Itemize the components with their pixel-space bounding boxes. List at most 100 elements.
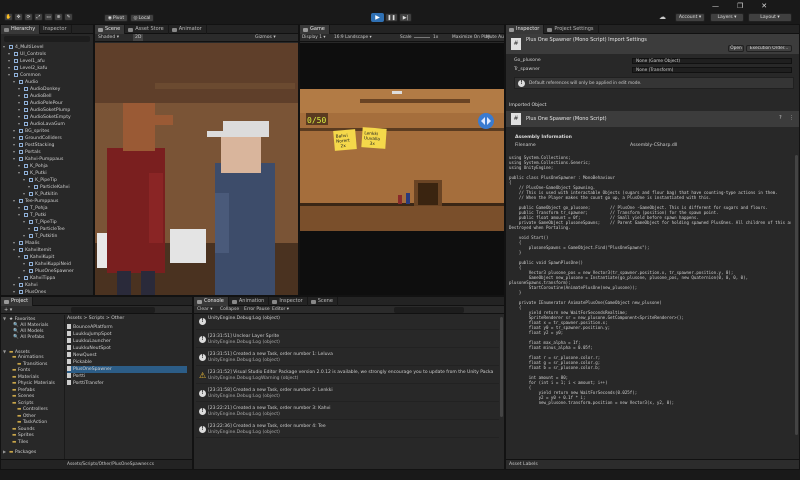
tab-game[interactable]: Game — [300, 25, 330, 34]
toggle-2d[interactable]: 2D — [133, 34, 144, 41]
hierarchy-item[interactable]: ▾ AudioDonkey — [18, 86, 60, 92]
mute-audio-toggle[interactable]: Mute Audio — [486, 34, 504, 42]
asset-folder-item[interactable]: ▬ Sounds — [12, 427, 35, 433]
execution-order-button[interactable]: Execution Order... — [746, 45, 792, 52]
minimize-icon[interactable]: — — [712, 2, 719, 10]
layers-dropdown[interactable]: Layers ▾ — [710, 13, 744, 22]
aspect-dropdown[interactable]: 16:9 Landscape ▾ — [334, 34, 372, 42]
object-field-go-plusone[interactable]: None (Game Object) — [632, 58, 792, 64]
close-icon[interactable]: ✕ — [761, 2, 767, 10]
gizmos-dropdown[interactable]: Gizmos ▾ — [255, 34, 276, 42]
step-button[interactable]: ▶| — [399, 13, 412, 22]
console-log-entry[interactable]: ! UnityEngine.Debug:Log (object) — [196, 314, 499, 330]
hierarchy-item[interactable]: ▾ KahviTippa — [18, 275, 55, 281]
create-dropdown[interactable]: + ▾ — [4, 307, 12, 313]
asset-folder-item[interactable]: ▬ Animations — [12, 355, 44, 361]
hierarchy-item[interactable]: ▾ BG_sprites — [13, 128, 49, 134]
hierarchy-item[interactable]: ▾ K_Putkitin — [23, 191, 58, 197]
maximize-icon[interactable]: ❐ — [737, 2, 743, 10]
hand-tool-button[interactable]: ✋ — [4, 13, 13, 21]
console-log-entry[interactable]: ! [23:31:51] Created a new Task, order nu… — [196, 350, 499, 366]
asset-folder-item[interactable]: ▬ Transitions — [17, 362, 47, 368]
asset-file-item[interactable]: PorttiTransfer — [67, 380, 187, 387]
asset-folder-item[interactable]: ▬ Controllers — [17, 407, 48, 413]
hierarchy-item[interactable]: ▾ 4_MultiLevel — [3, 44, 44, 50]
tab-hierarchy[interactable]: Hierarchy — [1, 25, 41, 34]
open-button[interactable]: Open — [728, 45, 744, 52]
hierarchy-item[interactable]: ▾ AudioPolePour — [18, 100, 63, 106]
hierarchy-item[interactable]: ▾ Audio — [13, 79, 38, 85]
transform-tool-button[interactable]: ⊕ — [54, 13, 63, 21]
hierarchy-item[interactable]: ▾ Tee-Pumppaus — [13, 198, 58, 204]
hierarchy-item[interactable]: ▾ T_PipeTip — [23, 219, 57, 225]
rect-tool-button[interactable]: ▭ — [44, 13, 53, 21]
hierarchy-item[interactable]: ▾ PlusOnes — [13, 289, 46, 295]
asset-file-item[interactable]: PlusOneSpawner — [67, 366, 187, 373]
hierarchy-item[interactable]: ▾ K_PipeTip — [23, 177, 57, 183]
console-log-entry[interactable]: ! [23:31:58] Created a new Task, order nu… — [196, 386, 499, 402]
tab-inspector-left[interactable]: Inspector — [40, 25, 72, 34]
hierarchy-item[interactable]: ▾ Maalis — [13, 240, 40, 246]
tab-scene[interactable]: Scene — [95, 25, 126, 34]
rotate-tool-button[interactable]: ⟳ — [24, 13, 33, 21]
hierarchy-item[interactable]: ▾ Common — [8, 72, 41, 78]
tab-project-settings[interactable]: Project Settings — [544, 25, 599, 34]
play-button[interactable]: ▶ — [371, 13, 384, 22]
error-pause-toggle[interactable]: Error Pause — [244, 306, 270, 314]
project-divider[interactable] — [64, 315, 65, 461]
hierarchy-search[interactable] — [4, 36, 90, 42]
asset-folder-item[interactable]: ▬ Tiles — [12, 440, 28, 446]
asset-file-item[interactable]: Portti — [67, 373, 187, 380]
hierarchy-item[interactable]: ▾ UI_Controls — [8, 51, 46, 57]
tab-animation[interactable]: Animation — [229, 297, 270, 306]
asset-folder-item[interactable]: ▬ Materials — [12, 375, 39, 381]
asset-file-item[interactable]: Pickable — [67, 359, 187, 366]
asset-folder-item[interactable]: ▬ Scripts — [12, 401, 34, 407]
hierarchy-item[interactable]: ▾ AudioBell — [18, 93, 52, 99]
asset-folder-item[interactable]: ▬ TaskAction — [17, 420, 47, 426]
custom-tool-button[interactable]: ✎ — [64, 13, 73, 21]
tab-scene-bottom[interactable]: Scene — [308, 297, 338, 306]
display-dropdown[interactable]: Display 1 ▾ — [302, 34, 325, 42]
hierarchy-item[interactable]: ▾ T_Putki — [18, 212, 46, 218]
hierarchy-item[interactable]: ▾ Kahvi — [13, 282, 38, 288]
console-log-entry[interactable]: ! [23:31:51] Unclear Layer Sprite UnityEng… — [196, 332, 499, 348]
pivot-toggle[interactable]: ◉ Pivot — [104, 14, 128, 22]
asset-folder-item[interactable]: ▬ Sprites — [12, 433, 34, 439]
hierarchy-item[interactable]: ▾ Kahvi-Pumppaus — [13, 156, 63, 162]
console-log-entry[interactable]: ! [23:22:21] Created a new Task, order nu… — [196, 404, 499, 420]
clear-button[interactable]: Clear ▾ — [197, 306, 212, 314]
hierarchy-item[interactable]: ▾ KahviKuppiNeid — [23, 261, 71, 267]
hierarchy-item[interactable]: ▾ ParticleTee — [28, 226, 65, 232]
object-field-tr-spawner[interactable]: None (Transform) — [632, 67, 792, 73]
tab-project[interactable]: Project — [1, 297, 34, 306]
hierarchy-item[interactable]: ▾ ParticleKahvi — [28, 184, 70, 190]
asset-file-item[interactable]: LuukkuLauncher — [67, 338, 187, 345]
hierarchy-item[interactable]: ▾ PostStacking — [13, 142, 54, 148]
help-icon[interactable]: ? — [779, 115, 782, 121]
hierarchy-item[interactable]: ▾ GroundColliders — [13, 135, 62, 141]
hierarchy-item[interactable]: ▾ T_Pohja — [18, 205, 48, 211]
asset-folder-item[interactable]: ▬ Scenes — [12, 394, 34, 400]
hierarchy-item[interactable]: ▾ PlusOneSpawner — [23, 268, 74, 274]
console-log-entry[interactable]: ⚠ [23:31:52] Visual Studio Editor Package… — [196, 368, 499, 384]
editor-dropdown[interactable]: Editor ▾ — [272, 306, 289, 314]
packages-heading[interactable]: ▶ ▬ Packages — [3, 449, 36, 455]
tab-animator[interactable]: Animator — [169, 25, 207, 34]
project-search[interactable] — [71, 307, 155, 313]
hierarchy-item[interactable]: ▾ AudioLavaGum — [18, 121, 65, 127]
hierarchy-item[interactable]: ▾ K_Putki — [18, 170, 47, 176]
console-scrollbar[interactable] — [500, 317, 503, 417]
game-view[interactable]: 0/50 BahviNorert2x LenkkiUuvalla3x — [300, 43, 504, 295]
scene-view[interactable] — [95, 43, 298, 295]
local-toggle[interactable]: ◎ Local — [130, 14, 154, 22]
tab-inspector-bottom[interactable]: Inspector — [269, 297, 308, 306]
hierarchy-item[interactable]: ▾ KahviItemit — [13, 247, 51, 253]
asset-folder-item[interactable]: ▬ Physic Materials — [12, 381, 55, 387]
inspector-scrollbar[interactable] — [795, 155, 798, 435]
tab-asset-store[interactable]: Asset Store — [125, 25, 169, 34]
favorite-item[interactable]: 🔍 All Prefabs — [13, 335, 44, 341]
asset-folder-item[interactable]: ▬ Prefabs — [12, 388, 35, 394]
scale-tool-button[interactable]: ⤢ — [34, 13, 43, 21]
tab-inspector[interactable]: Inspector — [506, 25, 545, 34]
